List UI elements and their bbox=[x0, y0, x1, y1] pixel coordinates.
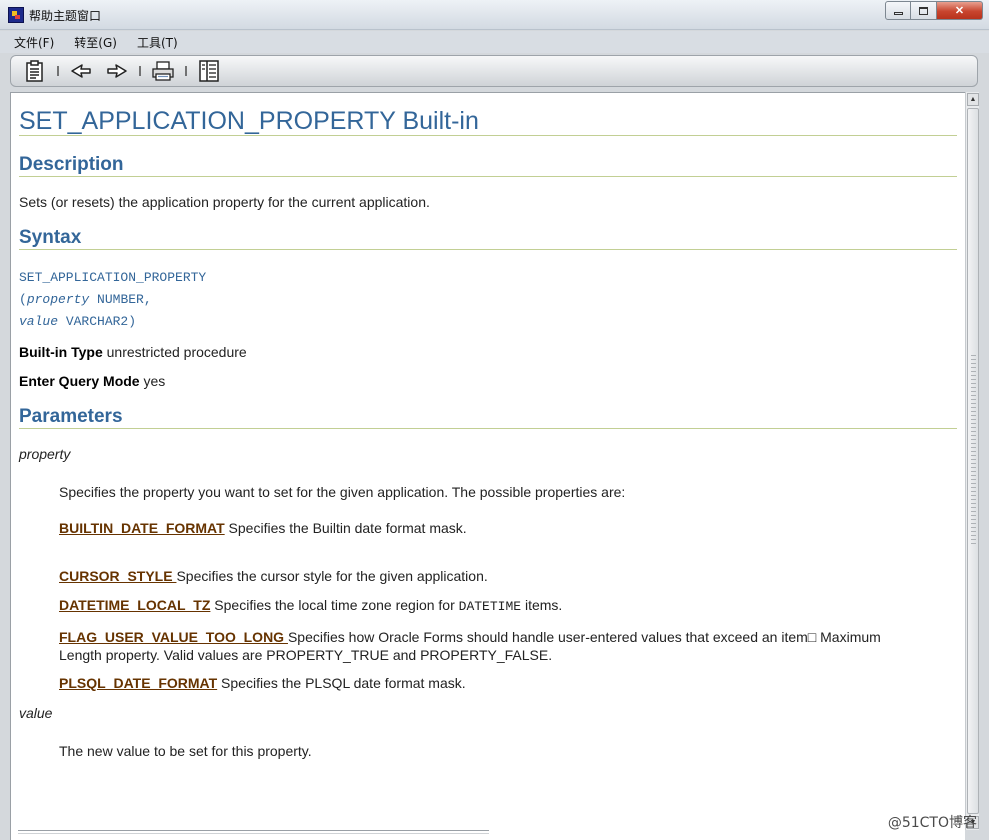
close-icon: ✕ bbox=[954, 5, 965, 17]
toolbar-separator bbox=[185, 66, 187, 76]
help-content-pane: SET_APPLICATION_PROPERTY Built-in Descri… bbox=[10, 92, 965, 840]
description-text: Sets (or resets) the application propert… bbox=[19, 194, 430, 210]
menu-file[interactable]: 文件(F) bbox=[10, 32, 58, 53]
forward-icon bbox=[107, 64, 127, 78]
vertical-scrollbar[interactable]: ▲ ▼ bbox=[965, 92, 979, 830]
syntax-paren: ( bbox=[19, 292, 27, 307]
back-button[interactable] bbox=[69, 59, 93, 83]
title-bar: 帮助主题窗口 ✕ bbox=[0, 0, 989, 30]
description-heading: Description bbox=[19, 154, 124, 175]
minimize-button[interactable] bbox=[885, 1, 911, 20]
property-plsql-date-format: PLSQL_DATE_FORMAT Specifies the PLSQL da… bbox=[59, 675, 466, 691]
syntax-heading: Syntax bbox=[19, 227, 82, 248]
cursor-style-link[interactable]: CURSOR_STYLE bbox=[59, 568, 176, 584]
print-button[interactable] bbox=[151, 59, 175, 83]
scrollbar-thumb[interactable] bbox=[967, 108, 979, 814]
title-rule bbox=[19, 135, 957, 136]
section-rule bbox=[19, 176, 957, 177]
print-icon bbox=[152, 61, 174, 81]
plsql-date-format-desc: Specifies the PLSQL date format mask. bbox=[217, 675, 466, 691]
param-value-name: value bbox=[19, 705, 53, 721]
builtin-date-format-desc: Specifies the Builtin date format mask. bbox=[224, 520, 467, 536]
menu-tools[interactable]: 工具(T) bbox=[133, 32, 182, 53]
param-property-name: property bbox=[19, 446, 71, 462]
section-rule bbox=[19, 428, 957, 429]
minimize-icon bbox=[893, 12, 903, 15]
window-controls: ✕ bbox=[885, 1, 983, 20]
close-button[interactable]: ✕ bbox=[937, 1, 983, 20]
flag-user-value-desc-line2: Length property. Valid values are PROPER… bbox=[59, 647, 553, 663]
param-property-desc: Specifies the property you want to set f… bbox=[59, 484, 626, 500]
syntax-line-1: SET_APPLICATION_PROPERTY bbox=[19, 270, 207, 285]
property-cursor-style: CURSOR_STYLE Specifies the cursor style … bbox=[59, 568, 488, 584]
enter-query-value: yes bbox=[139, 373, 166, 389]
maximize-icon bbox=[919, 6, 928, 15]
forward-button[interactable] bbox=[105, 59, 129, 83]
syntax-param-property: property bbox=[26, 292, 90, 307]
enter-query-label: Enter Query Mode bbox=[19, 373, 140, 389]
maximize-button[interactable] bbox=[911, 1, 937, 20]
flag-user-value-too-long-link[interactable]: FLAG_USER_VALUE_TOO_LONG bbox=[59, 629, 288, 645]
toolbar-separator bbox=[57, 66, 59, 76]
syntax-type-varchar2: VARCHAR2) bbox=[58, 314, 137, 329]
syntax-type-number: NUMBER, bbox=[89, 292, 152, 307]
menu-bar: 文件(F) 转至(G) 工具(T) bbox=[0, 31, 989, 53]
watermark: @51CTO博客 bbox=[887, 815, 977, 831]
builtin-type-label: Built-in Type bbox=[19, 344, 103, 360]
datetime-local-tz-link[interactable]: DATETIME_LOCAL_TZ bbox=[59, 597, 210, 613]
syntax-line-2: (property NUMBER, bbox=[19, 292, 152, 307]
toolbar bbox=[10, 55, 978, 87]
syntax-param-value: value bbox=[19, 314, 59, 329]
scrollbar-grip bbox=[971, 355, 976, 545]
back-icon bbox=[71, 64, 91, 78]
bottom-divider bbox=[18, 830, 489, 834]
section-rule bbox=[19, 249, 957, 250]
contents-icon bbox=[26, 60, 43, 82]
builtin-type-value: unrestricted procedure bbox=[102, 344, 247, 360]
flag-user-value-desc-line1: Specifies how Oracle Forms should handle… bbox=[287, 629, 881, 645]
page-title: SET_APPLICATION_PROPERTY Built-in bbox=[19, 107, 479, 135]
parameters-heading: Parameters bbox=[19, 406, 123, 427]
index-icon bbox=[199, 60, 219, 82]
property-flag-user-value-too-long: FLAG_USER_VALUE_TOO_LONG Specifies how O… bbox=[59, 628, 949, 664]
index-button[interactable] bbox=[197, 59, 221, 83]
enter-query-mode: Enter Query Mode yes bbox=[19, 373, 165, 389]
menu-goto[interactable]: 转至(G) bbox=[70, 32, 121, 53]
plsql-date-format-link[interactable]: PLSQL_DATE_FORMAT bbox=[59, 675, 217, 691]
chevron-up-icon: ▲ bbox=[969, 96, 977, 103]
param-value-desc: The new value to be set for this propert… bbox=[59, 743, 312, 759]
builtin-date-format-link[interactable]: BUILTIN_DATE_FORMAT bbox=[59, 520, 225, 536]
builtin-type: Built-in Type unrestricted procedure bbox=[19, 344, 247, 360]
datetime-code: DATETIME bbox=[458, 599, 522, 614]
property-datetime-local-tz: DATETIME_LOCAL_TZ Specifies the local ti… bbox=[59, 597, 562, 614]
window-title: 帮助主题窗口 bbox=[29, 9, 102, 23]
datetime-local-tz-desc: Specifies the local time zone region for bbox=[210, 597, 459, 613]
datetime-local-tz-desc-end: items. bbox=[521, 597, 563, 613]
app-icon bbox=[8, 7, 24, 23]
toolbar-separator bbox=[139, 66, 141, 76]
cursor-style-desc: Specifies the cursor style for the given… bbox=[176, 568, 488, 584]
scroll-up-button[interactable]: ▲ bbox=[967, 93, 979, 106]
property-builtin-date-format: BUILTIN_DATE_FORMAT Specifies the Builti… bbox=[59, 520, 467, 536]
syntax-line-3: value VARCHAR2) bbox=[19, 314, 136, 329]
contents-button[interactable] bbox=[23, 59, 47, 83]
